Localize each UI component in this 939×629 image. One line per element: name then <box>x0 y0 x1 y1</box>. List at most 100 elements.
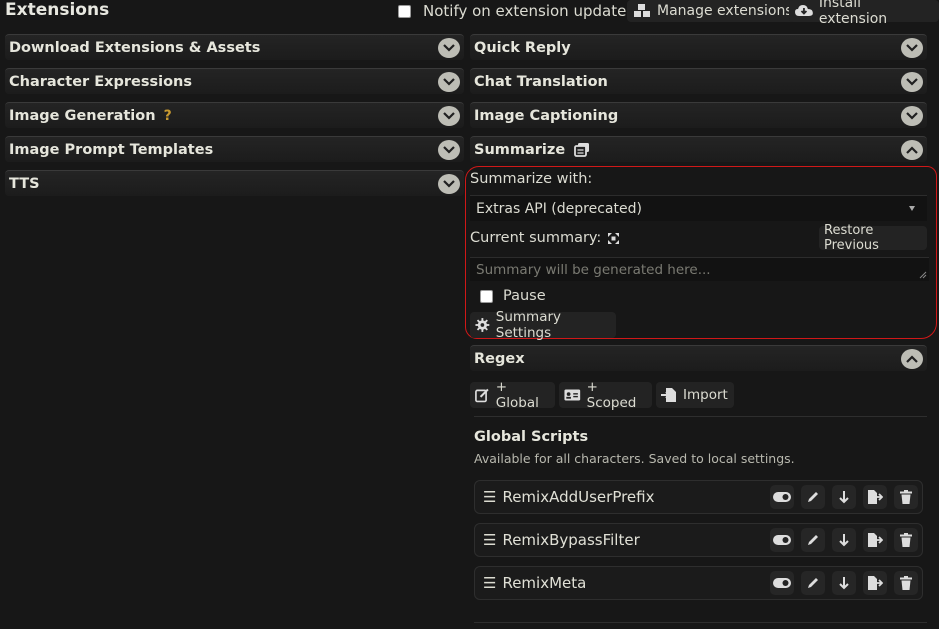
script-name: RemixBypassFilter <box>502 531 640 549</box>
drawer-label: Regex <box>474 350 525 367</box>
regex-script-row[interactable]: ☰ RemixBypassFilter <box>474 523 923 557</box>
summary-settings-label: Summary Settings <box>495 309 562 341</box>
trash-icon[interactable] <box>894 571 918 595</box>
summary-settings-button[interactable]: Summary Settings <box>470 309 616 341</box>
current-summary-label: Current summary: <box>470 230 602 246</box>
import-label: Import <box>683 387 728 403</box>
restore-previous-label: Restore Previous <box>824 223 879 253</box>
expand-icon[interactable] <box>607 232 620 245</box>
drawer-label: Image Prompt Templates <box>9 141 214 158</box>
select-value: Extras API (deprecated) <box>476 200 642 217</box>
script-name: RemixMeta <box>502 574 587 592</box>
pencil-icon[interactable] <box>801 571 825 595</box>
gear-icon <box>475 318 490 332</box>
resize-handle-icon[interactable] <box>919 271 927 279</box>
chevron-down-icon[interactable] <box>438 174 460 194</box>
script-actions <box>770 571 918 595</box>
divider <box>474 622 927 623</box>
drawer-label: Summarize <box>474 141 566 158</box>
arrow-down-icon[interactable] <box>832 528 856 552</box>
add-global-label: + Global <box>495 379 539 411</box>
pause-toggle[interactable]: Pause <box>480 288 546 304</box>
notify-label: Notify on extension updates <box>423 2 635 20</box>
drag-handle-icon[interactable]: ☰ <box>483 488 496 506</box>
regex-script-row[interactable]: ☰ RemixAddUserPrefix <box>474 480 923 514</box>
install-extension-button[interactable]: Install extension <box>789 0 939 27</box>
dropdown-caret-icon <box>909 206 915 211</box>
edit-square-icon <box>475 388 489 403</box>
drawer-download-extensions[interactable]: Download Extensions & Assets <box>5 34 464 60</box>
file-export-icon[interactable] <box>863 571 887 595</box>
drawer-summarize[interactable]: Summarize <box>470 136 927 162</box>
script-name: RemixAddUserPrefix <box>502 488 655 506</box>
chevron-up-icon[interactable] <box>901 349 923 369</box>
summary-textarea[interactable]: Summary will be generated here... <box>470 257 929 281</box>
chevron-down-icon[interactable] <box>438 140 460 160</box>
drawer-image-generation[interactable]: Image Generation ? <box>5 102 464 128</box>
page-title: Extensions <box>5 0 110 20</box>
chevron-down-icon[interactable] <box>901 38 923 58</box>
drawer-label: Chat Translation <box>474 73 608 90</box>
arrow-down-icon[interactable] <box>832 571 856 595</box>
chevron-down-icon[interactable] <box>901 106 923 126</box>
global-scripts-description: Available for all characters. Saved to l… <box>474 451 795 466</box>
drawer-tts[interactable]: TTS <box>5 170 464 196</box>
script-actions <box>770 528 918 552</box>
arrow-down-icon[interactable] <box>832 485 856 509</box>
add-scoped-script-button[interactable]: + Scoped <box>559 379 652 411</box>
drawer-quick-reply[interactable]: Quick Reply <box>470 34 927 60</box>
help-hint-icon[interactable]: ? <box>164 108 172 124</box>
drawer-label: Quick Reply <box>474 39 571 56</box>
notify-toggle[interactable]: Notify on extension updates <box>398 0 634 22</box>
pause-label: Pause <box>503 288 546 304</box>
drawer-label: TTS <box>9 175 40 192</box>
drag-handle-icon[interactable]: ☰ <box>483 531 496 549</box>
trash-icon[interactable] <box>894 485 918 509</box>
summary-placeholder: Summary will be generated here... <box>476 262 711 278</box>
chevron-up-icon[interactable] <box>901 140 923 160</box>
pause-checkbox[interactable] <box>480 289 493 303</box>
drawer-label: Download Extensions & Assets <box>9 39 261 56</box>
script-actions <box>770 485 918 509</box>
add-scoped-label: + Scoped <box>586 379 637 411</box>
id-card-icon <box>564 389 581 401</box>
cubes-icon <box>634 4 650 17</box>
drawer-regex[interactable]: Regex <box>470 345 927 371</box>
drawer-chat-translation[interactable]: Chat Translation <box>470 68 927 94</box>
chevron-down-icon[interactable] <box>438 106 460 126</box>
toggle-icon[interactable] <box>770 571 794 595</box>
install-extension-label: Install extension <box>818 0 888 27</box>
manage-extensions-button[interactable]: Manage extensions <box>627 0 799 22</box>
cloud-download-icon <box>795 5 813 16</box>
file-import-icon <box>661 388 676 402</box>
trash-icon[interactable] <box>894 528 918 552</box>
drawer-character-expressions[interactable]: Character Expressions <box>5 68 464 94</box>
add-global-script-button[interactable]: + Global <box>470 379 555 411</box>
manage-extensions-label: Manage extensions <box>657 3 793 19</box>
summarize-source-select[interactable]: Extras API (deprecated) <box>470 195 927 221</box>
drawer-label: Image Generation <box>9 107 156 124</box>
chevron-down-icon[interactable] <box>901 72 923 92</box>
chevron-down-icon[interactable] <box>438 38 460 58</box>
copy-popout-icon[interactable] <box>574 142 590 157</box>
current-summary-row: Current summary: <box>470 230 620 246</box>
drawer-image-captioning[interactable]: Image Captioning <box>470 102 927 128</box>
regex-script-row[interactable]: ☰ RemixMeta <box>474 566 923 600</box>
global-scripts-title: Global Scripts <box>474 429 589 445</box>
drag-handle-icon[interactable]: ☰ <box>483 574 496 592</box>
drawer-label: Image Captioning <box>474 107 619 124</box>
chevron-down-icon[interactable] <box>438 72 460 92</box>
pencil-icon[interactable] <box>801 485 825 509</box>
drawer-image-prompt-templates[interactable]: Image Prompt Templates <box>5 136 464 162</box>
restore-previous-button[interactable]: Restore Previous <box>819 223 927 253</box>
file-export-icon[interactable] <box>863 485 887 509</box>
file-export-icon[interactable] <box>863 528 887 552</box>
drawer-label: Character Expressions <box>9 73 193 90</box>
toggle-icon[interactable] <box>770 485 794 509</box>
toggle-icon[interactable] <box>770 528 794 552</box>
import-script-button[interactable]: Import <box>656 382 734 408</box>
pencil-icon[interactable] <box>801 528 825 552</box>
notify-checkbox[interactable] <box>398 4 411 18</box>
divider <box>474 416 927 417</box>
summarize-with-label: Summarize with: <box>470 171 593 187</box>
